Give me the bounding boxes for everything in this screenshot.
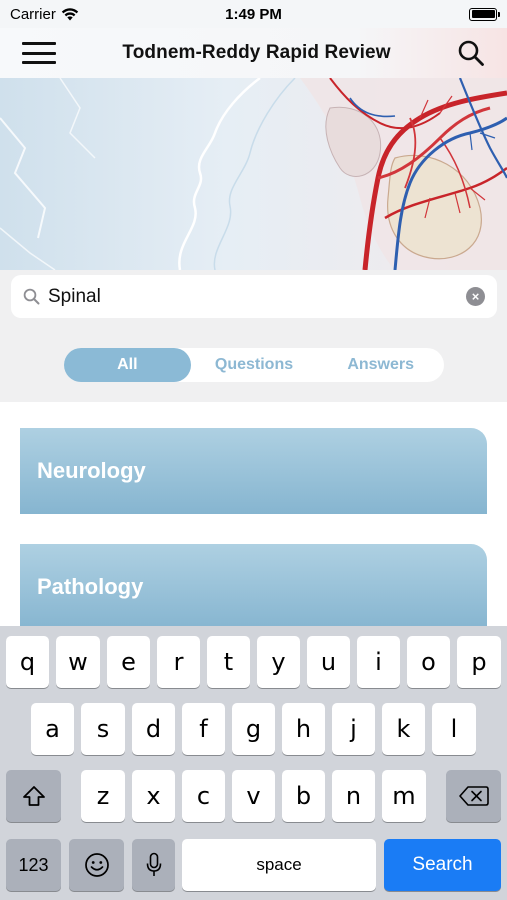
key-y[interactable]: y — [257, 636, 300, 688]
search-icon[interactable] — [457, 39, 485, 67]
search-input[interactable] — [48, 285, 448, 308]
shift-icon — [22, 786, 45, 806]
menu-icon[interactable] — [22, 42, 56, 64]
key-e[interactable]: e — [107, 636, 150, 688]
keyboard: q w e r t y u i o p a s d f g h j k l z … — [0, 626, 507, 900]
key-z[interactable]: z — [81, 770, 125, 822]
key-h[interactable]: h — [282, 703, 325, 755]
category-item-neurology[interactable]: Neurology — [20, 428, 487, 514]
magnifier-icon — [23, 288, 40, 305]
key-s[interactable]: s — [81, 703, 125, 755]
key-q[interactable]: q — [6, 636, 49, 688]
search-field[interactable]: × — [11, 275, 497, 318]
key-o[interactable]: o — [407, 636, 450, 688]
key-a[interactable]: a — [31, 703, 74, 755]
shift-key[interactable] — [6, 770, 61, 822]
key-j[interactable]: j — [332, 703, 375, 755]
search-area: × All Questions Answers — [0, 270, 507, 402]
carrier-label: Carrier — [10, 5, 56, 23]
key-u[interactable]: u — [307, 636, 350, 688]
key-x[interactable]: x — [132, 770, 175, 822]
segment-answers[interactable]: Answers — [317, 348, 444, 382]
key-k[interactable]: k — [382, 703, 425, 755]
key-b[interactable]: b — [282, 770, 325, 822]
wifi-icon — [61, 7, 79, 20]
backspace-icon — [458, 786, 489, 806]
key-v[interactable]: v — [232, 770, 275, 822]
key-d[interactable]: d — [132, 703, 175, 755]
nav-bar: Todnem-Reddy Rapid Review — [0, 28, 507, 78]
segment-questions[interactable]: Questions — [191, 348, 318, 382]
key-c[interactable]: c — [182, 770, 225, 822]
numbers-key[interactable]: 123 — [6, 839, 61, 891]
key-i[interactable]: i — [357, 636, 400, 688]
key-g[interactable]: g — [232, 703, 275, 755]
space-key[interactable]: space — [182, 839, 376, 891]
key-t[interactable]: t — [207, 636, 250, 688]
key-p[interactable]: p — [457, 636, 501, 688]
battery-icon — [469, 7, 500, 21]
segmented-control: All Questions Answers — [64, 348, 444, 382]
segment-all[interactable]: All — [64, 348, 191, 382]
key-l[interactable]: l — [432, 703, 476, 755]
key-n[interactable]: n — [332, 770, 375, 822]
key-w[interactable]: w — [56, 636, 100, 688]
clear-icon[interactable]: × — [466, 287, 485, 306]
category-item-pathology[interactable]: Pathology — [20, 544, 487, 626]
emoji-icon — [84, 853, 109, 877]
search-key[interactable]: Search — [384, 839, 501, 891]
key-m[interactable]: m — [382, 770, 426, 822]
category-list: Neurology Pathology — [0, 402, 507, 626]
key-f[interactable]: f — [182, 703, 225, 755]
hero-image — [0, 78, 507, 270]
microphone-icon — [146, 852, 161, 876]
key-r[interactable]: r — [157, 636, 200, 688]
page-title: Todnem-Reddy Rapid Review — [122, 42, 391, 63]
emoji-key[interactable] — [69, 839, 124, 891]
status-bar: Carrier 1:49 PM — [0, 0, 507, 28]
backspace-key[interactable] — [446, 770, 501, 822]
dictation-key[interactable] — [132, 839, 175, 891]
